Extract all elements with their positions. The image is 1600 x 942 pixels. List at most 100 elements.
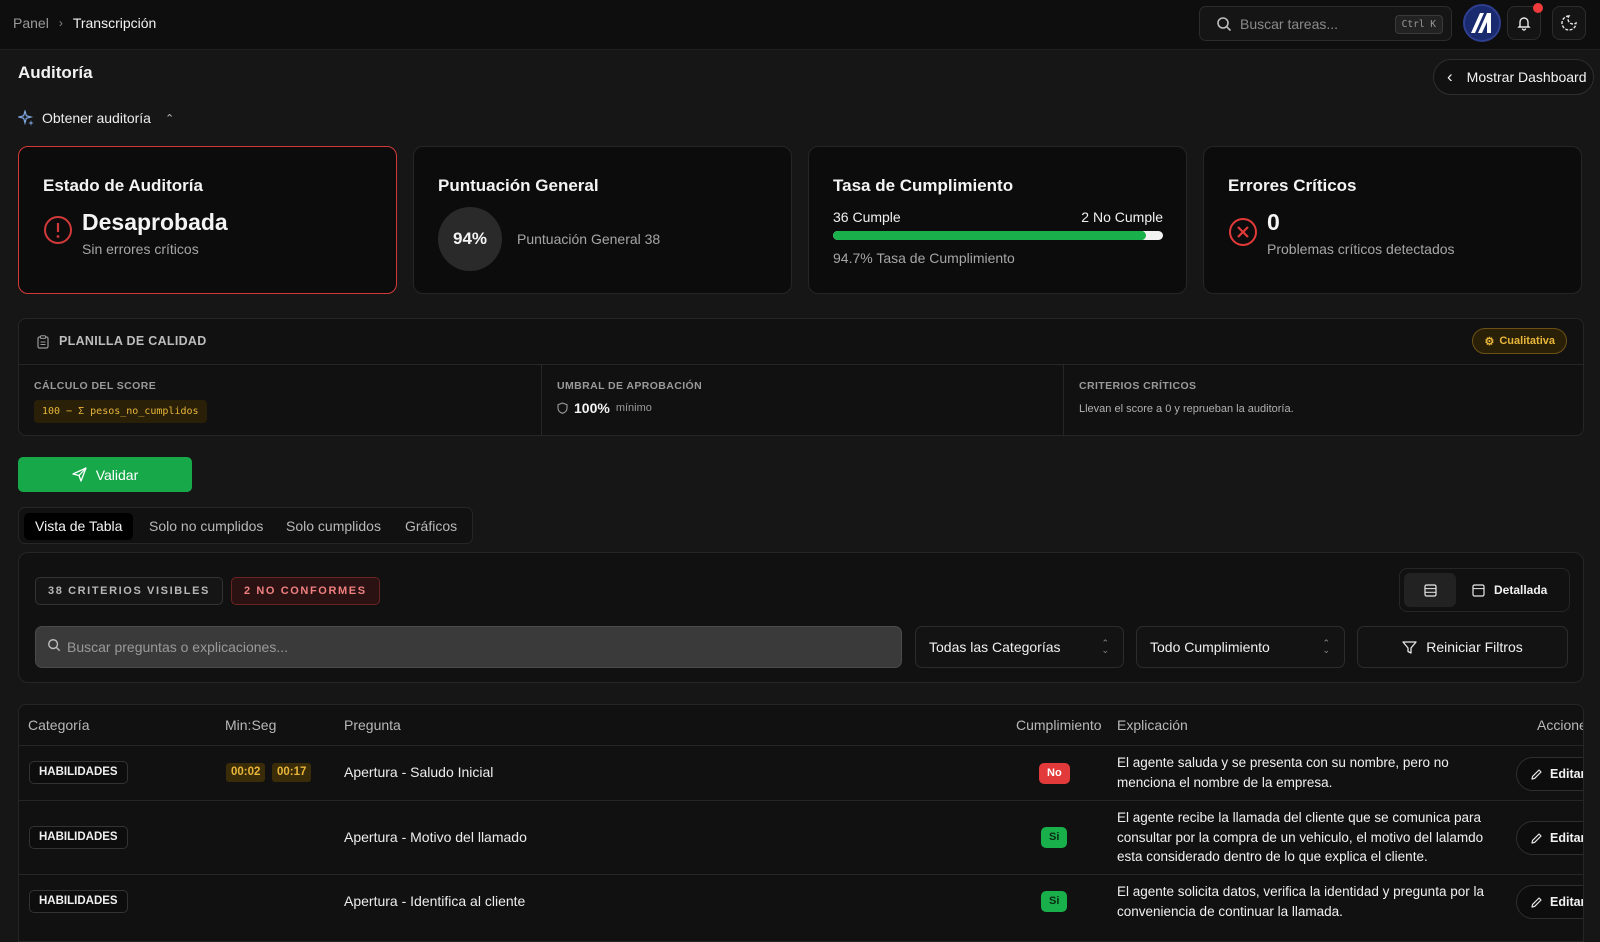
view-tabs: Vista de Tabla Solo no cumplidos Solo cu… (18, 507, 473, 544)
score-formula: 100 − Σ pesos_no_cumplidos (34, 400, 207, 423)
compliance-rate-sub: 94.7% Tasa de Cumplimiento (833, 250, 1015, 266)
edit-button[interactable]: Editar (1516, 885, 1584, 919)
qualitative-badge: ⚙ Cualitativa (1472, 328, 1567, 354)
column-header-category[interactable]: Categoría (28, 717, 89, 733)
criteria-table: Categoría Min:Seg Pregunta Cumplimiento … (18, 704, 1584, 942)
filter-icon (1402, 640, 1417, 654)
app-logo[interactable] (1463, 4, 1501, 42)
column-header-question[interactable]: Pregunta (344, 717, 401, 733)
general-score-title: Puntuación General (438, 176, 599, 195)
breadcrumb: Panel › Transcripción (13, 15, 156, 31)
chevron-right-icon: › (58, 16, 63, 30)
edit-label: Editar (1550, 767, 1584, 781)
reset-filters-button[interactable]: Reiniciar Filtros (1357, 626, 1568, 668)
compliance-select-value: Todo Cumplimiento (1150, 639, 1270, 655)
clipboard-icon (37, 335, 49, 349)
visible-criteria-badge: 38 CRITERIOS VISIBLES (35, 577, 223, 605)
detailed-view-label: Detallada (1494, 583, 1548, 597)
compliance-select[interactable]: Todo Cumplimiento ⌃ ⌄ (1136, 626, 1345, 668)
search-placeholder: Buscar tareas... (1240, 16, 1339, 32)
top-bar: Panel › Transcripción Buscar tareas... C… (0, 0, 1600, 50)
column-header-explanation[interactable]: Explicación (1117, 717, 1188, 733)
general-score-card: Puntuación General 94% Puntuación Genera… (413, 146, 792, 294)
notification-dot (1533, 3, 1543, 13)
question-search-placeholder: Buscar preguntas o explicaciones... (67, 639, 289, 655)
edit-label: Editar (1550, 895, 1584, 909)
chevron-up-icon: ⌃ (164, 112, 175, 125)
qualitative-badge-label: Cualitativa (1499, 335, 1555, 347)
page-title: Auditoría (18, 63, 93, 82)
approval-threshold-label: UMBRAL DE APROBACIÓN (557, 380, 703, 392)
shield-icon (557, 402, 568, 414)
critical-criteria-section: CRITERIOS CRÍTICOS Llevan el score a 0 y… (1064, 365, 1584, 436)
compliance-progress-bar (833, 231, 1163, 240)
pencil-icon (1531, 896, 1542, 908)
moon-icon (1561, 15, 1577, 31)
column-header-actions: Acciones (1537, 717, 1583, 733)
compliance-met: 36 Cumple (833, 209, 901, 225)
critical-errors-card: Errores Críticos 0 Problemas críticos de… (1203, 146, 1582, 294)
edit-button[interactable]: Editar (1516, 821, 1583, 855)
score-circle: 94% (438, 207, 502, 271)
audit-status-card: Estado de Auditoría Desaprobada Sin erro… (18, 146, 397, 294)
compliance-rate-card: Tasa de Cumplimiento 36 Cumple 2 No Cump… (808, 146, 1187, 294)
question-text: Apertura - Saludo Inicial (344, 764, 494, 780)
category-select-value: Todas las Categorías (929, 639, 1061, 655)
edit-button[interactable]: Editar (1516, 757, 1584, 791)
end-time-badge[interactable]: 00:17 (272, 763, 312, 782)
compliance-badge: Si (1041, 827, 1068, 848)
question-text: Apertura - Motivo del llamado (344, 829, 527, 845)
table-row: HABILIDADES Apertura - Identifica al cli… (19, 874, 1584, 941)
critical-criteria-text: Llevan el score a 0 y reprueban la audit… (1079, 403, 1294, 415)
sparkles-icon (18, 110, 34, 126)
question-search-input[interactable]: Buscar preguntas o explicaciones... (35, 626, 902, 668)
get-audit-label: Obtener auditoría (42, 110, 151, 126)
critical-errors-title: Errores Críticos (1228, 176, 1357, 195)
explanation-text: El agente saluda y se presenta con su no… (1117, 755, 1449, 790)
audit-status-sub: Sin errores críticos (82, 241, 199, 257)
category-select[interactable]: Todas las Categorías ⌃ ⌄ (915, 626, 1124, 668)
alert-circle-icon (44, 216, 72, 244)
list-icon (1423, 583, 1437, 597)
logo-icon (1471, 13, 1491, 33)
tab-table-view[interactable]: Vista de Tabla (24, 513, 134, 540)
chevrons-up-down-icon: ⌃ ⌄ (1101, 638, 1109, 655)
audit-status-title: Estado de Auditoría (43, 176, 203, 195)
approval-threshold-row: 100% mínimo (557, 400, 652, 416)
category-badge: HABILIDADES (29, 826, 128, 849)
detailed-view-button[interactable]: Detallada (1464, 573, 1547, 607)
breadcrumb-current: Transcripción (72, 15, 157, 31)
tab-charts[interactable]: Gráficos (394, 513, 468, 540)
compliance-badge: No (1039, 763, 1070, 784)
score-calc-section: CÁLCULO DEL SCORE 100 − Σ pesos_no_cumpl… (19, 365, 541, 436)
settings-icon: ⚙ (1484, 335, 1495, 348)
tab-met[interactable]: Solo cumplidos (275, 513, 392, 540)
get-audit-toggle[interactable]: Obtener auditoría ⌃ (18, 110, 174, 126)
search-tasks-input[interactable]: Buscar tareas... Ctrl K (1199, 6, 1452, 41)
question-text: Apertura - Identifica al cliente (344, 893, 526, 909)
table-row: HABILIDADES Apertura - Motivo del llamad… (19, 800, 1583, 874)
compact-view-button[interactable] (1404, 573, 1456, 607)
category-badge: HABILIDADES (29, 890, 128, 913)
validate-label: Validar (95, 466, 139, 483)
show-dashboard-button[interactable]: ‹ Mostrar Dashboard (1433, 59, 1594, 95)
approval-threshold-value: 100% (574, 400, 610, 416)
compliance-badge: Si (1041, 891, 1068, 912)
table-row: HABILIDADES 00:02 00:17 Apertura - Salud… (19, 745, 1584, 800)
compliance-rate-title: Tasa de Cumplimiento (833, 176, 1014, 195)
quality-template-panel: PLANILLA DE CALIDAD ⚙ Cualitativa CÁLCUL… (18, 318, 1584, 436)
theme-toggle-button[interactable] (1552, 6, 1586, 40)
pencil-icon (1531, 832, 1542, 844)
start-time-badge[interactable]: 00:02 (226, 763, 266, 782)
search-icon (1217, 17, 1232, 32)
compliance-progress-fill (833, 231, 1146, 240)
breadcrumb-root[interactable]: Panel (13, 15, 49, 31)
tab-not-met[interactable]: Solo no cumplidos (138, 513, 274, 540)
critical-errors-sub: Problemas críticos detectados (1267, 241, 1455, 257)
validate-button[interactable]: Validar (18, 457, 192, 492)
compliance-not-met: 2 No Cumple (1081, 209, 1163, 225)
column-header-compliance[interactable]: Cumplimiento (1016, 717, 1102, 733)
audit-status-value: Desaprobada (82, 209, 228, 235)
critical-errors-value: 0 (1267, 209, 1280, 235)
column-header-time[interactable]: Min:Seg (225, 717, 276, 733)
